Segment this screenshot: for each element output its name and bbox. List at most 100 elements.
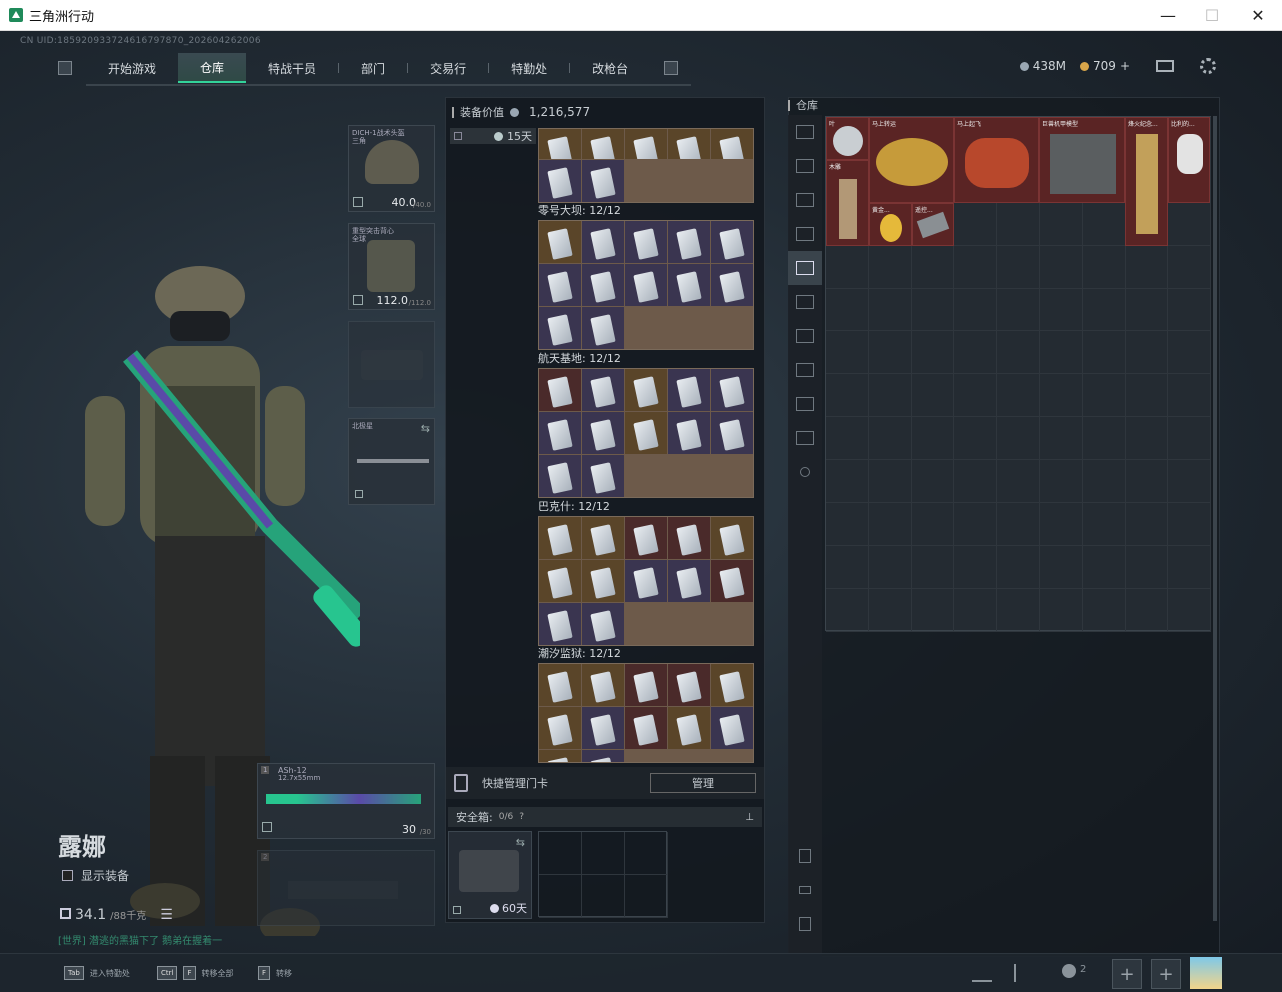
grid-cell[interactable] bbox=[1082, 331, 1126, 375]
grid-cell[interactable] bbox=[997, 331, 1040, 375]
collectible-item[interactable]: 叶 bbox=[826, 117, 869, 160]
keycard[interactable] bbox=[539, 369, 581, 411]
tab-7-icon[interactable] bbox=[788, 353, 822, 387]
grid-cell[interactable] bbox=[868, 503, 912, 546]
keycard[interactable] bbox=[625, 412, 667, 454]
grid-cell[interactable] bbox=[868, 417, 912, 461]
keycard[interactable] bbox=[582, 160, 624, 202]
keycard[interactable] bbox=[582, 264, 624, 306]
keycard[interactable] bbox=[625, 664, 667, 706]
grid-cell[interactable] bbox=[582, 832, 625, 875]
list-icon[interactable]: ☰ bbox=[160, 907, 173, 923]
tab-5-icon[interactable] bbox=[788, 285, 822, 319]
keycard[interactable] bbox=[582, 369, 624, 411]
grid-cell[interactable] bbox=[1125, 331, 1169, 375]
keycard[interactable] bbox=[711, 560, 753, 602]
keycard[interactable] bbox=[625, 129, 667, 159]
grid-cell[interactable] bbox=[868, 545, 912, 589]
pin-icon[interactable]: ⊥ bbox=[745, 812, 754, 823]
grid-cell[interactable] bbox=[954, 288, 998, 332]
grid-cell[interactable] bbox=[1082, 588, 1126, 632]
grid-cell[interactable] bbox=[911, 503, 955, 546]
grid-cell[interactable] bbox=[1125, 503, 1169, 546]
grid-cell[interactable] bbox=[1082, 460, 1126, 504]
keycard[interactable] bbox=[668, 412, 710, 454]
grid-cell[interactable] bbox=[868, 460, 912, 504]
tab-8-icon[interactable] bbox=[788, 387, 822, 421]
tab-start-game[interactable]: 开始游戏 bbox=[86, 53, 178, 83]
manage-button[interactable]: 管理 bbox=[650, 773, 756, 793]
keycard[interactable] bbox=[711, 369, 753, 411]
grid-cell[interactable] bbox=[954, 460, 998, 504]
avatar[interactable] bbox=[1190, 957, 1222, 989]
grid-cell[interactable] bbox=[997, 545, 1040, 589]
secondary-weapon-slot[interactable]: 2 bbox=[257, 850, 435, 926]
grid-cell[interactable] bbox=[1125, 417, 1169, 461]
friends-indicator[interactable]: 2 bbox=[1062, 964, 1086, 978]
pistol-slot[interactable] bbox=[348, 321, 435, 408]
grid-cell[interactable] bbox=[997, 374, 1040, 418]
grid-cell[interactable] bbox=[1168, 331, 1212, 375]
collectible-item[interactable]: 黄金... bbox=[869, 203, 912, 246]
grid-cell[interactable] bbox=[1039, 374, 1083, 418]
collectible-item[interactable]: 木雕 bbox=[826, 160, 869, 246]
keycard[interactable] bbox=[668, 221, 710, 263]
keycard[interactable] bbox=[539, 750, 581, 762]
grid-cell[interactable] bbox=[826, 545, 869, 589]
keycard[interactable] bbox=[582, 129, 624, 159]
grid-cell[interactable] bbox=[1039, 588, 1083, 632]
keycard[interactable] bbox=[539, 707, 581, 749]
add-coin-button[interactable]: + bbox=[1120, 59, 1130, 73]
grid-cell[interactable] bbox=[997, 202, 1040, 246]
collectible-item[interactable]: 遥控... bbox=[912, 203, 954, 246]
checkbox[interactable] bbox=[62, 870, 73, 881]
grid-cell[interactable] bbox=[1039, 202, 1083, 246]
grid-cell[interactable] bbox=[997, 503, 1040, 546]
grid-cell[interactable] bbox=[954, 374, 998, 418]
home-icon[interactable] bbox=[788, 115, 822, 149]
grid-cell[interactable] bbox=[997, 417, 1040, 461]
nav-next-icon[interactable] bbox=[664, 61, 679, 75]
armor-slot[interactable]: 重型突击背心 全球 112.0 /112.0 bbox=[348, 223, 435, 310]
keycard[interactable] bbox=[625, 707, 667, 749]
tab-department[interactable]: 部门 bbox=[339, 53, 407, 83]
keycard[interactable] bbox=[539, 160, 581, 202]
collectible-item[interactable]: 巨兽机甲模型 bbox=[1039, 117, 1125, 203]
grid-cell[interactable] bbox=[1082, 288, 1126, 332]
grid-cell[interactable] bbox=[997, 460, 1040, 504]
helmet-slot[interactable]: DICH-1战术头盔 三角 40.0 /40.0 bbox=[348, 125, 435, 212]
keycard[interactable] bbox=[582, 560, 624, 602]
keycard[interactable] bbox=[668, 517, 710, 559]
swap-icon[interactable]: ⇆ bbox=[421, 422, 430, 435]
grid-cell[interactable] bbox=[826, 417, 869, 461]
keycard[interactable] bbox=[582, 221, 624, 263]
keycard[interactable] bbox=[711, 264, 753, 306]
grid-cell[interactable] bbox=[1168, 245, 1212, 289]
swap-icon[interactable]: ⇆ bbox=[516, 836, 525, 849]
keycard[interactable] bbox=[711, 517, 753, 559]
grid-cell[interactable] bbox=[826, 245, 869, 289]
tab-1-icon[interactable] bbox=[788, 149, 822, 183]
add-teammate-button[interactable]: + bbox=[1112, 959, 1142, 989]
keycard[interactable] bbox=[668, 707, 710, 749]
grid-cell[interactable] bbox=[1082, 374, 1126, 418]
grid-cell[interactable] bbox=[954, 503, 998, 546]
grid-cell[interactable] bbox=[911, 417, 955, 461]
keycard[interactable] bbox=[539, 221, 581, 263]
grid-cell[interactable] bbox=[954, 245, 998, 289]
tab-gunsmith[interactable]: 改枪台 bbox=[570, 53, 650, 83]
grid-cell[interactable] bbox=[1168, 417, 1212, 461]
keycard[interactable] bbox=[539, 560, 581, 602]
grid-cell[interactable] bbox=[1039, 460, 1083, 504]
hint-transfer[interactable]: F 转移 bbox=[258, 966, 292, 980]
grid-cell[interactable] bbox=[539, 832, 582, 875]
tab-trade[interactable]: 交易行 bbox=[408, 53, 488, 83]
tab-special-ops[interactable]: 特勤处 bbox=[489, 53, 569, 83]
grid-cell[interactable] bbox=[1125, 460, 1169, 504]
hint-special-ops[interactable]: Tab 进入特勤处 bbox=[64, 966, 130, 980]
keycard[interactable] bbox=[582, 664, 624, 706]
grid-cell[interactable] bbox=[997, 245, 1040, 289]
keycard[interactable] bbox=[625, 560, 667, 602]
sell-icon[interactable] bbox=[788, 907, 822, 941]
keycard[interactable] bbox=[539, 455, 581, 497]
